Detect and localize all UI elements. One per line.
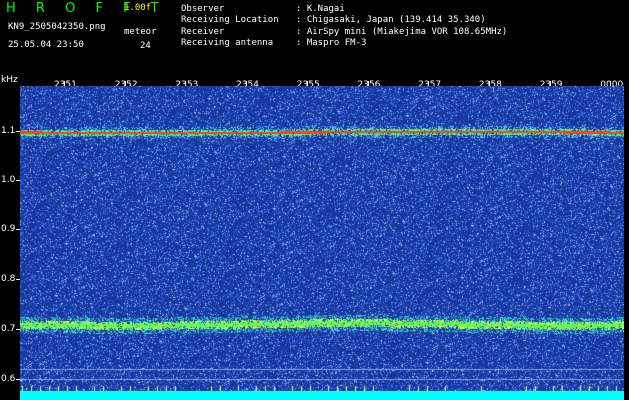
frequency-unit-label: kHz — [1, 75, 18, 85]
observer-value: : K.Nagai — [296, 4, 345, 14]
frequency-tick-label: 1.1 — [1, 126, 16, 136]
frequency-tick-label: 0.7 — [1, 324, 16, 334]
location-value: : Chigasaki, Japan (139.414 35.340) — [296, 15, 486, 25]
meteor-count: 24 — [140, 41, 151, 51]
receiver-value: : AirSpy mini (Miakejima VOR 108.65MHz) — [296, 27, 508, 37]
antenna-label: Receiving antenna — [181, 38, 274, 48]
filename-label: KN9_2505042350.png — [8, 22, 106, 32]
frequency-tick-label: 0.8 — [1, 274, 16, 284]
receiver-label: Receiver — [181, 27, 225, 37]
frequency-tick-label: 0.6 — [1, 374, 16, 384]
location-label: Receiving Location — [181, 15, 279, 25]
bottom-status-bar — [20, 391, 624, 400]
antenna-value: : Maspro FM-3 — [296, 38, 367, 48]
frequency-tick-label: 0.9 — [1, 224, 16, 234]
frequency-tick-label: 1.0 — [1, 175, 16, 185]
meteor-label: meteor — [124, 27, 157, 37]
datetime-label: 25.05.04 23:50 — [8, 40, 84, 50]
version-label: 1.00f — [124, 3, 152, 13]
spectrogram-canvas — [20, 86, 624, 400]
observer-label: Observer — [181, 4, 225, 14]
